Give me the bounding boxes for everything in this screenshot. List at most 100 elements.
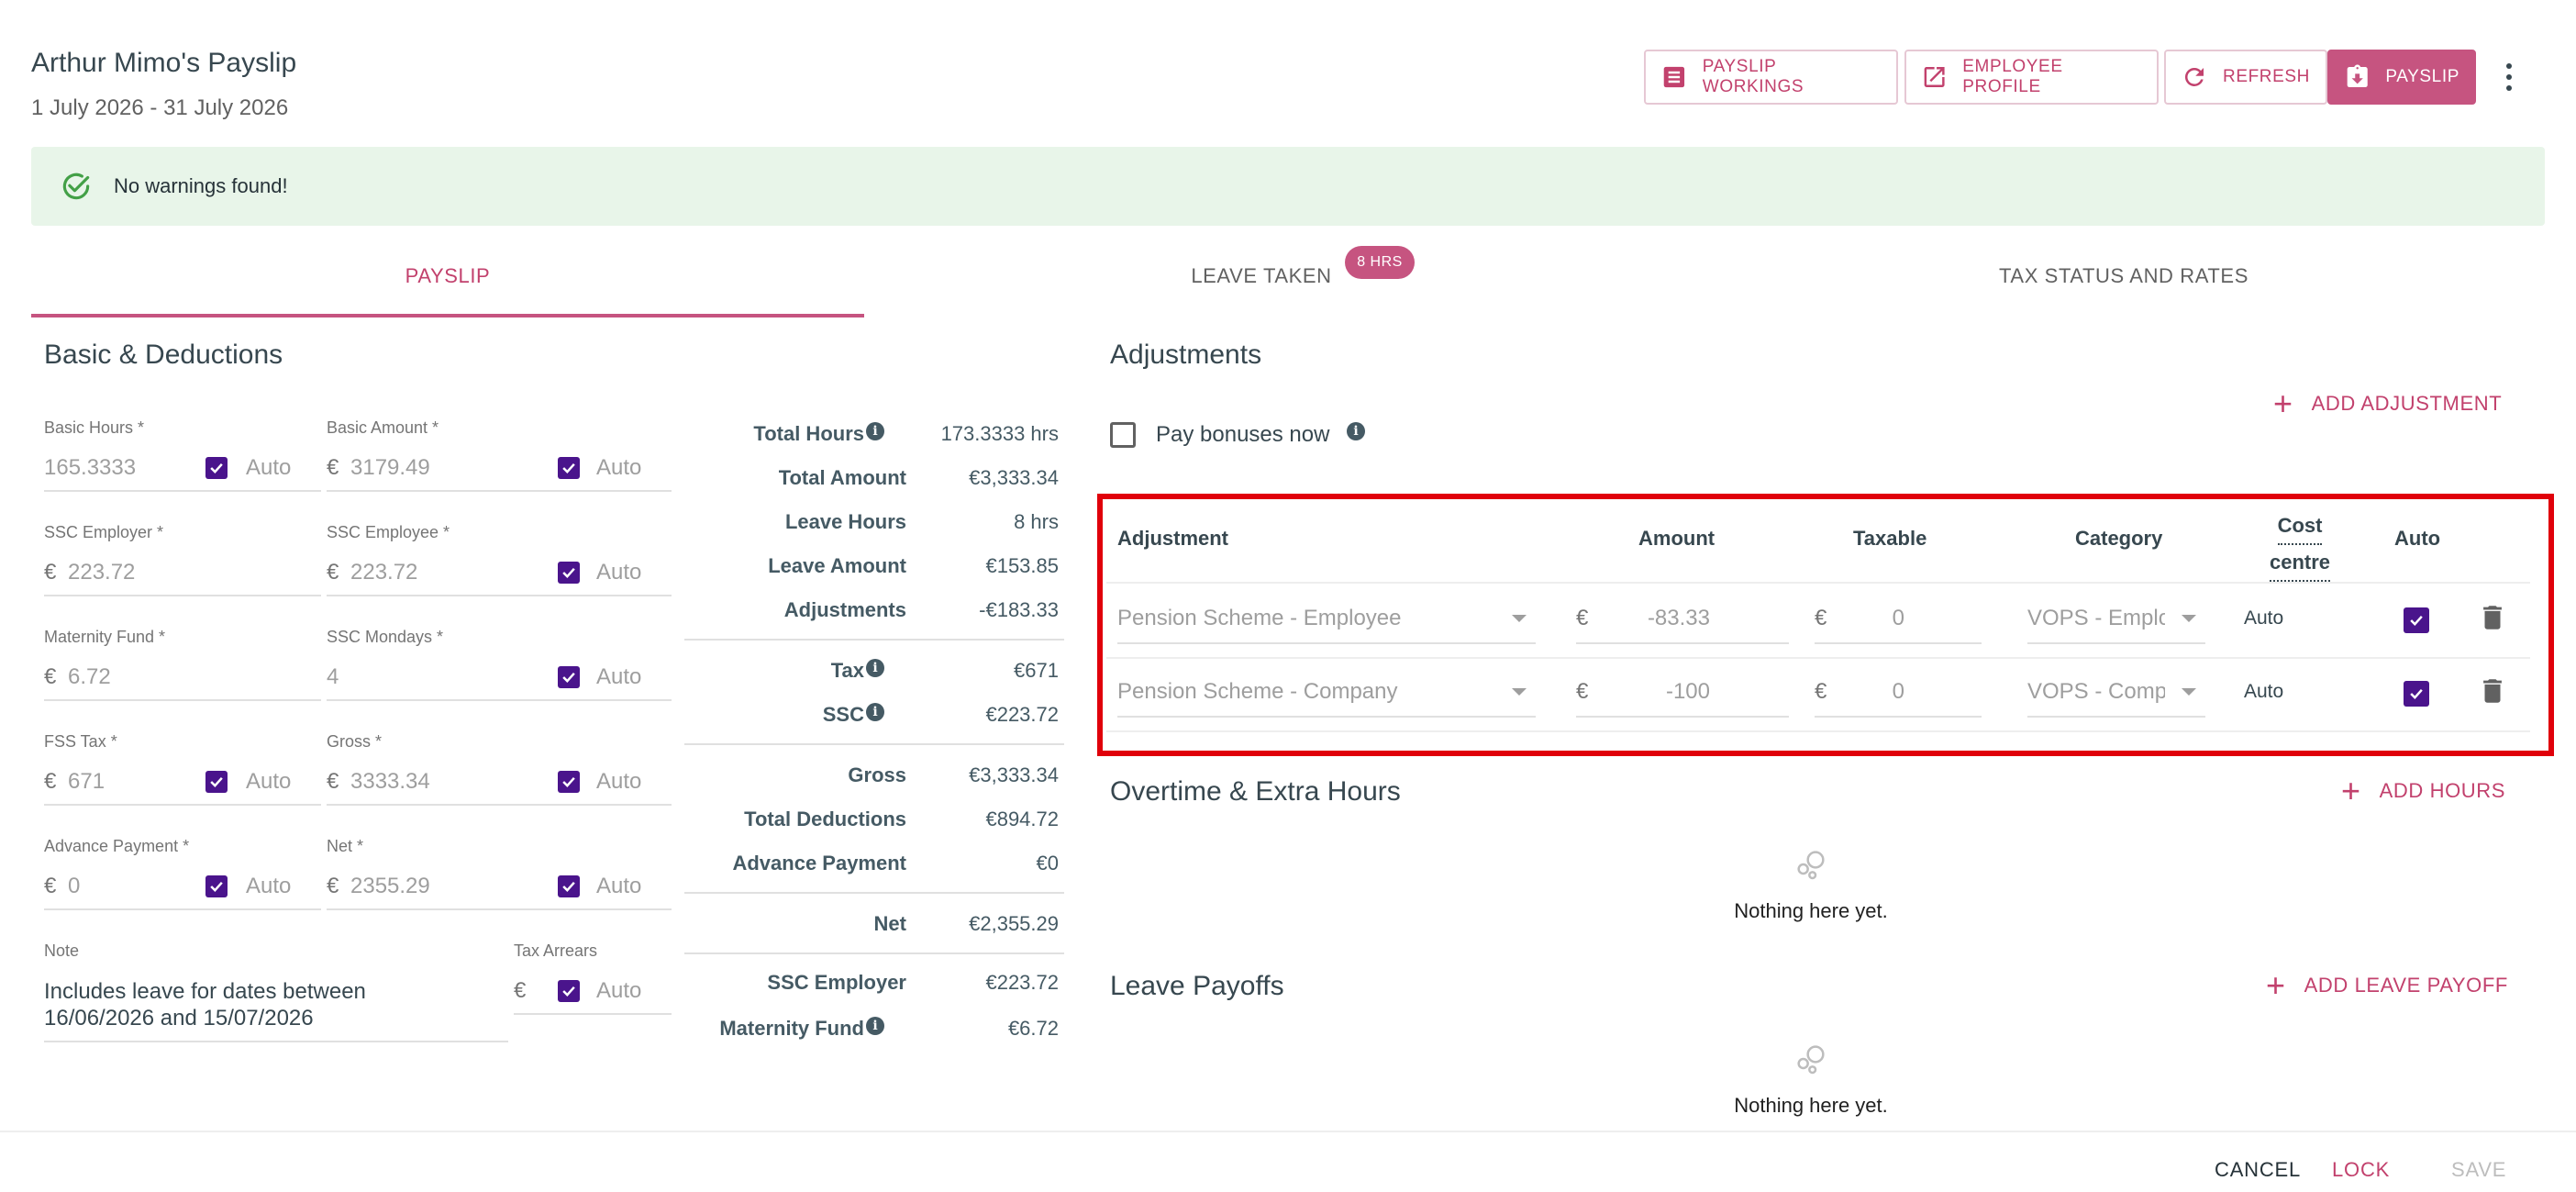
add-hours-label: ADD HOURS (2379, 779, 2506, 802)
advance-payment-auto-checkbox[interactable] (205, 875, 228, 897)
summary-divider (684, 743, 1064, 745)
summary-total-hours-value: 173.3333 hrs (940, 422, 1059, 445)
summary-divider (684, 892, 1064, 894)
employee-profile-button[interactable]: EMPLOYEE PROFILE (1904, 50, 2159, 105)
tab-tax-status[interactable]: TAX STATUS AND RATES (1982, 264, 2266, 288)
note-line-1: Includes leave for dates between (44, 979, 366, 1004)
summary-total-amount-label: Total Amount (778, 466, 906, 489)
adjustment-auto-checkbox-1[interactable] (2404, 607, 2429, 633)
add-leave-payoff-button[interactable]: + ADD LEAVE PAYOFF (2266, 969, 2508, 1002)
net-auto-checkbox[interactable] (558, 875, 580, 897)
active-tab-indicator (31, 314, 864, 317)
field-underline (514, 1013, 672, 1015)
fss-tax-auto-checkbox[interactable] (205, 771, 228, 793)
check-icon (210, 776, 223, 787)
col-category: Category (2075, 527, 2163, 550)
plus-icon: + (2266, 966, 2286, 1004)
field-underline (44, 804, 321, 806)
adjustment-auto-checkbox-2[interactable] (2404, 681, 2429, 707)
adjustment-select-1[interactable]: Pension Scheme - Employee (1117, 606, 1402, 631)
ssc-employee-auto-checkbox[interactable] (558, 562, 580, 584)
adjustment-amount-2[interactable]: -100 (1600, 679, 1710, 705)
summary-divider (684, 952, 1064, 954)
summary-total-hours-label: Total Hours i (627, 422, 884, 446)
field-underline (327, 804, 672, 806)
summary-adjustments-label: Adjustments (783, 598, 906, 621)
overtime-title: Overtime & Extra Hours (1110, 776, 1401, 807)
pay-bonuses-info[interactable]: i (1345, 422, 1365, 440)
auto-label: Auto (596, 560, 642, 585)
tax-arrears-auto-checkbox[interactable] (558, 980, 580, 1002)
adjustment-amount-1[interactable]: -83.33 (1600, 606, 1710, 631)
cost-centre-line2: centre (2270, 545, 2331, 582)
info-icon: i (1347, 422, 1365, 440)
currency-symbol: € (44, 769, 57, 794)
check-circle-icon (62, 173, 90, 200)
auto-label: Auto (246, 455, 292, 480)
summary-total-deductions-value: €894.72 (985, 808, 1059, 830)
lock-button[interactable]: LOCK (2332, 1158, 2390, 1182)
currency-symbol: € (1815, 606, 1827, 630)
table-divider (1106, 730, 2530, 732)
field-underline (327, 699, 672, 701)
pay-bonuses-checkbox[interactable] (1110, 422, 1136, 448)
payslip-workings-button[interactable]: PAYSLIP WORKINGS (1644, 50, 1898, 105)
delete-icon[interactable] (2477, 602, 2508, 638)
plus-icon: + (2273, 384, 2293, 422)
ssc-employee-value[interactable]: 223.72 (350, 560, 417, 585)
delete-icon[interactable] (2477, 675, 2508, 711)
more-options-icon[interactable] (2497, 61, 2521, 94)
adjustment-category-2[interactable]: VOPS - Comp (2027, 679, 2165, 705)
payslip-download-button[interactable]: PAYSLIP (2327, 50, 2476, 105)
summary-advance-payment-value: €0 (1036, 852, 1059, 875)
refresh-button[interactable]: REFRESH (2164, 50, 2327, 105)
field-underline (1117, 642, 1536, 644)
chevron-down-icon (1512, 615, 1527, 622)
chevron-down-icon (2182, 688, 2196, 696)
fss-tax-value[interactable]: 671 (68, 769, 105, 795)
currency-symbol: € (1576, 606, 1589, 630)
save-button[interactable]: SAVE (2451, 1158, 2506, 1182)
gross-auto-checkbox[interactable] (558, 771, 580, 793)
adjustment-taxable-1[interactable]: 0 (1838, 606, 1904, 631)
field-underline (1815, 716, 1982, 718)
adjustment-cost-centre-2[interactable]: Auto (2244, 681, 2283, 703)
ssc-mondays-label: SSC Mondays * (327, 628, 444, 646)
gross-value[interactable]: 3333.34 (350, 769, 430, 795)
adjustment-category-1[interactable]: VOPS - Emplo (2027, 606, 2165, 631)
tab-payslip[interactable]: PAYSLIP (31, 264, 864, 288)
summary-gross-label: Gross (848, 763, 906, 786)
cancel-button[interactable]: CANCEL (2215, 1158, 2301, 1182)
add-hours-button[interactable]: + ADD HOURS (2341, 774, 2505, 808)
plus-icon: + (2341, 772, 2361, 809)
ssc-mondays-value[interactable]: 4 (327, 664, 339, 690)
basic-amount-value[interactable]: 3179.49 (350, 455, 430, 481)
adjustment-select-2[interactable]: Pension Scheme - Company (1117, 679, 1397, 705)
basic-amount-auto-checkbox[interactable] (558, 457, 580, 479)
ssc-employer-value[interactable]: 223.72 (68, 560, 135, 585)
summary-maternity-fund-label: Maternity Fund i (627, 1017, 884, 1041)
auto-label: Auto (596, 874, 642, 898)
net-value[interactable]: 2355.29 (350, 874, 430, 899)
add-adjustment-button[interactable]: + ADD ADJUSTMENT (2273, 387, 2502, 420)
field-underline (2027, 642, 2205, 644)
check-icon (2410, 615, 2423, 626)
advance-payment-value[interactable]: 0 (68, 874, 80, 899)
empty-state-icon (1793, 1041, 1829, 1082)
check-icon (562, 462, 575, 473)
payslip-download-label: PAYSLIP (2385, 67, 2459, 86)
summary-net-label: Net (873, 912, 906, 935)
tab-leave-taken[interactable]: LEAVE TAKEN (1183, 264, 1339, 288)
adjustment-taxable-2[interactable]: 0 (1838, 679, 1904, 705)
basic-deductions-title: Basic & Deductions (44, 340, 283, 370)
basic-hours-value[interactable]: 165.3333 (44, 455, 136, 481)
ssc-mondays-auto-checkbox[interactable] (558, 666, 580, 688)
currency-symbol: € (327, 874, 339, 898)
gross-label: Gross * (327, 732, 383, 751)
maternity-fund-value[interactable]: 6.72 (68, 664, 111, 690)
currency-symbol: € (44, 560, 57, 585)
note-textarea[interactable]: Includes leave for dates between 16/06/2… (44, 978, 366, 1031)
adjustment-cost-centre-1[interactable]: Auto (2244, 607, 2283, 629)
warnings-text: No warnings found! (114, 174, 288, 197)
basic-hours-auto-checkbox[interactable] (205, 457, 228, 479)
